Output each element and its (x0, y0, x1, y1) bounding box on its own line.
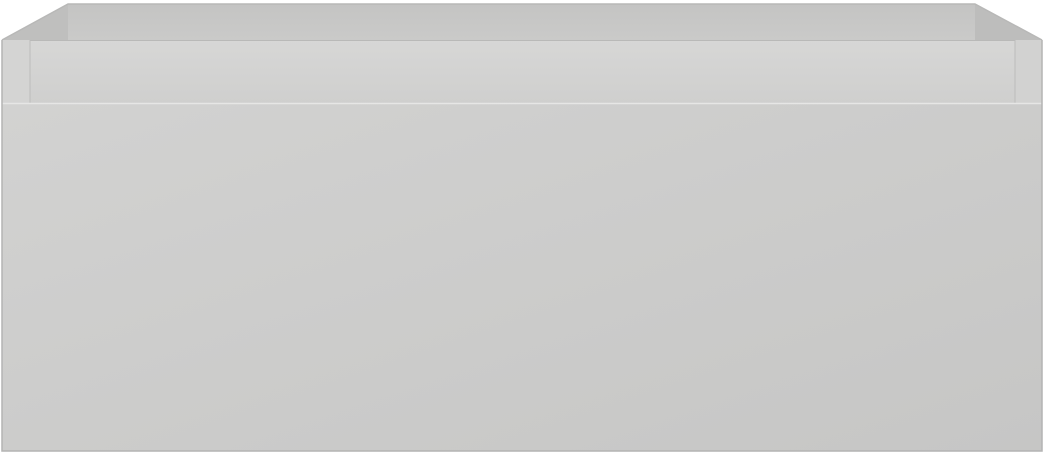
drawer-product-render (0, 0, 1044, 453)
product-render-canvas (0, 0, 1044, 453)
drawer-upper-rail (30, 40, 1015, 103)
drawer-inner-back (68, 4, 975, 40)
drawer-left-post (2, 40, 30, 103)
drawer-right-post (1015, 40, 1042, 103)
drawer-front-panel (2, 103, 1042, 451)
drawer-svg (1, 3, 1043, 452)
